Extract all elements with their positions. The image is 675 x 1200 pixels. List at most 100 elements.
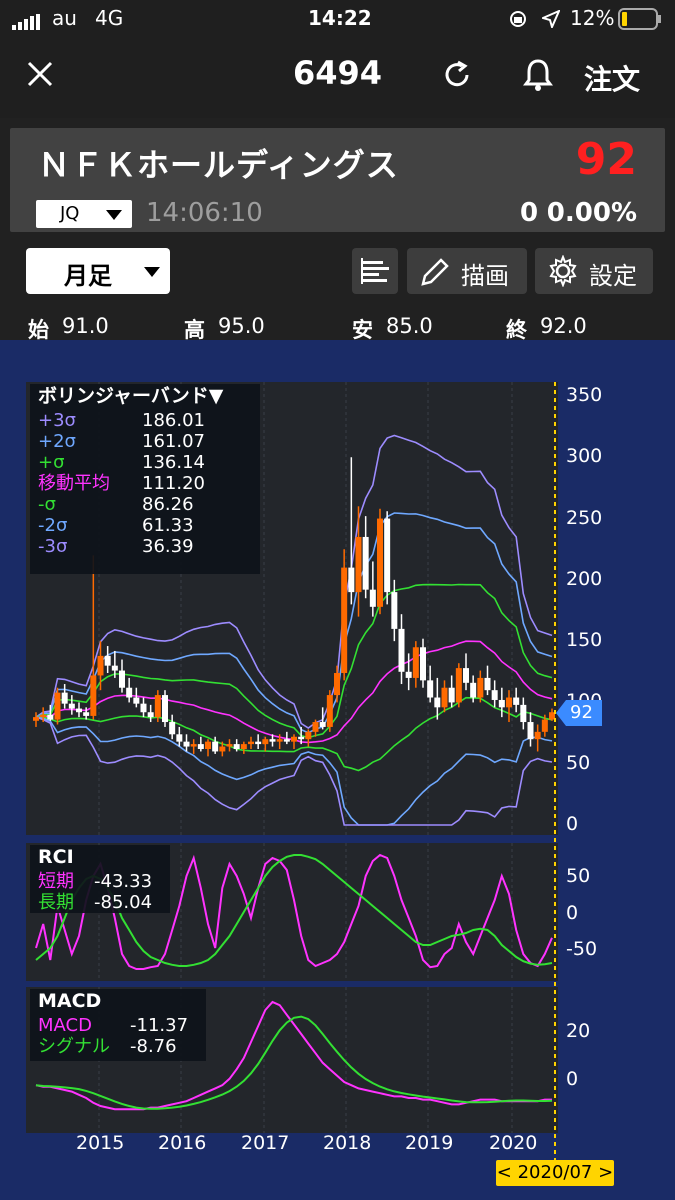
candle-body [219,746,226,752]
candle-body [90,675,97,716]
legend-value-0: -43.33 [94,871,153,892]
candle-body [334,673,340,696]
candle-body [97,655,104,676]
candle-body [420,647,426,681]
period-label: 月足 [64,262,112,290]
low-value: 85.0 [386,314,433,338]
legend-label-6: -3σ [38,536,68,557]
open-value: 91.0 [62,314,109,338]
candle-body [470,682,477,698]
candle-body [140,703,147,713]
rci-legend[interactable]: RCI 短期 -43.33 長期 -85.04 [30,845,170,913]
bollinger-legend[interactable]: ボリンジャーバンド▼ +3σ 186.01 +2σ 161.07 +σ 136.14 移動平… [30,384,260,574]
draw-label: 描画 [461,262,509,290]
location-icon [540,9,561,33]
bollinger-band-line [35,583,553,739]
candle-body [68,703,75,709]
legend-value-5: 61.33 [142,515,194,536]
stock-name: ＮＦＫホールディングス [38,146,399,184]
candle-body [262,739,269,745]
candle-body [491,690,498,700]
indicator-list-button[interactable] [352,248,398,294]
close-value: 92.0 [540,314,587,338]
current-price-tag: 92 [556,700,602,726]
cursor-line [554,382,556,1162]
candle-body [441,687,448,708]
legend-label-1: シグナル [38,1036,110,1057]
candle-body [484,677,491,691]
current-price-label: 92 [570,702,593,723]
order-button[interactable]: 注文 [584,58,640,98]
y-tick-label: -50 [566,938,598,960]
y-tick-label: 50 [566,751,591,774]
quote-time: 14:06:10 [146,198,263,228]
candle-body [541,719,548,732]
legend-label-5: -2σ [38,515,68,536]
x-tick-label: 2015 [76,1132,125,1154]
bollinger-band-line [36,696,553,772]
candle-body [226,744,233,747]
carrier-label: au [52,6,77,30]
candle-body [283,739,290,742]
candle-body [326,695,333,727]
y-tick-label: 0 [566,1068,579,1090]
candle-body [506,697,512,708]
candle-body [319,722,326,727]
bollinger-title[interactable]: ボリンジャーバンド▼ [38,386,223,407]
status-bar: au 4G 14:22 12% [0,0,675,38]
candle-body [391,592,398,629]
period-select[interactable]: 月足 [26,248,170,294]
legend-value-6: 36.39 [142,536,194,557]
candle-body [61,692,68,704]
settings-button[interactable]: 設定 [535,248,653,294]
candle-body [183,741,190,747]
candle-body [240,744,247,750]
macd-title: MACD [38,990,102,1012]
candle-body [154,695,161,718]
candle-body [133,697,140,704]
refresh-icon[interactable] [442,60,472,94]
candle-body [169,722,176,735]
candle-body [205,741,211,750]
candle-body [463,668,469,683]
candle-body [369,589,376,607]
nav-title: 6494 [292,54,383,92]
y-tick-label: 0 [566,902,579,924]
candle-body [111,665,118,671]
candle-body [255,741,262,745]
candle-body [269,739,276,742]
legend-value-1: 161.07 [142,431,205,452]
candle-body [534,731,541,740]
legend-value-0: 186.01 [142,410,205,431]
candle-body [276,739,283,742]
candle-body [355,536,362,593]
candle-body [498,699,505,708]
x-tick-label: 2018 [323,1132,372,1154]
gear-icon [549,255,577,287]
bollinger-band-line [35,716,553,826]
candle-body [233,744,240,750]
candle-body [33,717,39,721]
legend-value-4: 86.26 [142,494,194,515]
legend-label-0: MACD [38,1015,92,1036]
market-select[interactable]: JQ [36,200,132,228]
legend-label-1: 長期 [38,892,74,913]
stock-price: 92 [575,134,637,185]
legend-value-3: 111.20 [142,473,205,494]
cursor-date[interactable]: < 2020/07 > [496,1160,614,1186]
candle-body [384,518,391,593]
candle-body [83,712,90,716]
candle-body [305,731,312,740]
stock-info-panel: ＮＦＫホールディングス 92 JQ 14:06:10 0 0.00% [10,128,665,232]
chevron-down-icon [106,210,122,220]
candle-body [47,714,54,720]
draw-button[interactable]: 描画 [407,248,527,294]
candle-body [455,668,462,703]
battery-percent: 12% [570,6,615,30]
bollinger-band-line [35,716,553,826]
bell-icon[interactable] [523,58,553,96]
legend-label-1: +2σ [38,431,76,452]
chart-area[interactable]: ボリンジャーバンド▼ +3σ 186.01 +2σ 161.07 +σ 136.14 移動平… [0,340,675,1200]
candle-body [104,655,111,666]
macd-legend[interactable]: MACD MACD -11.37 シグナル -8.76 [30,989,206,1061]
